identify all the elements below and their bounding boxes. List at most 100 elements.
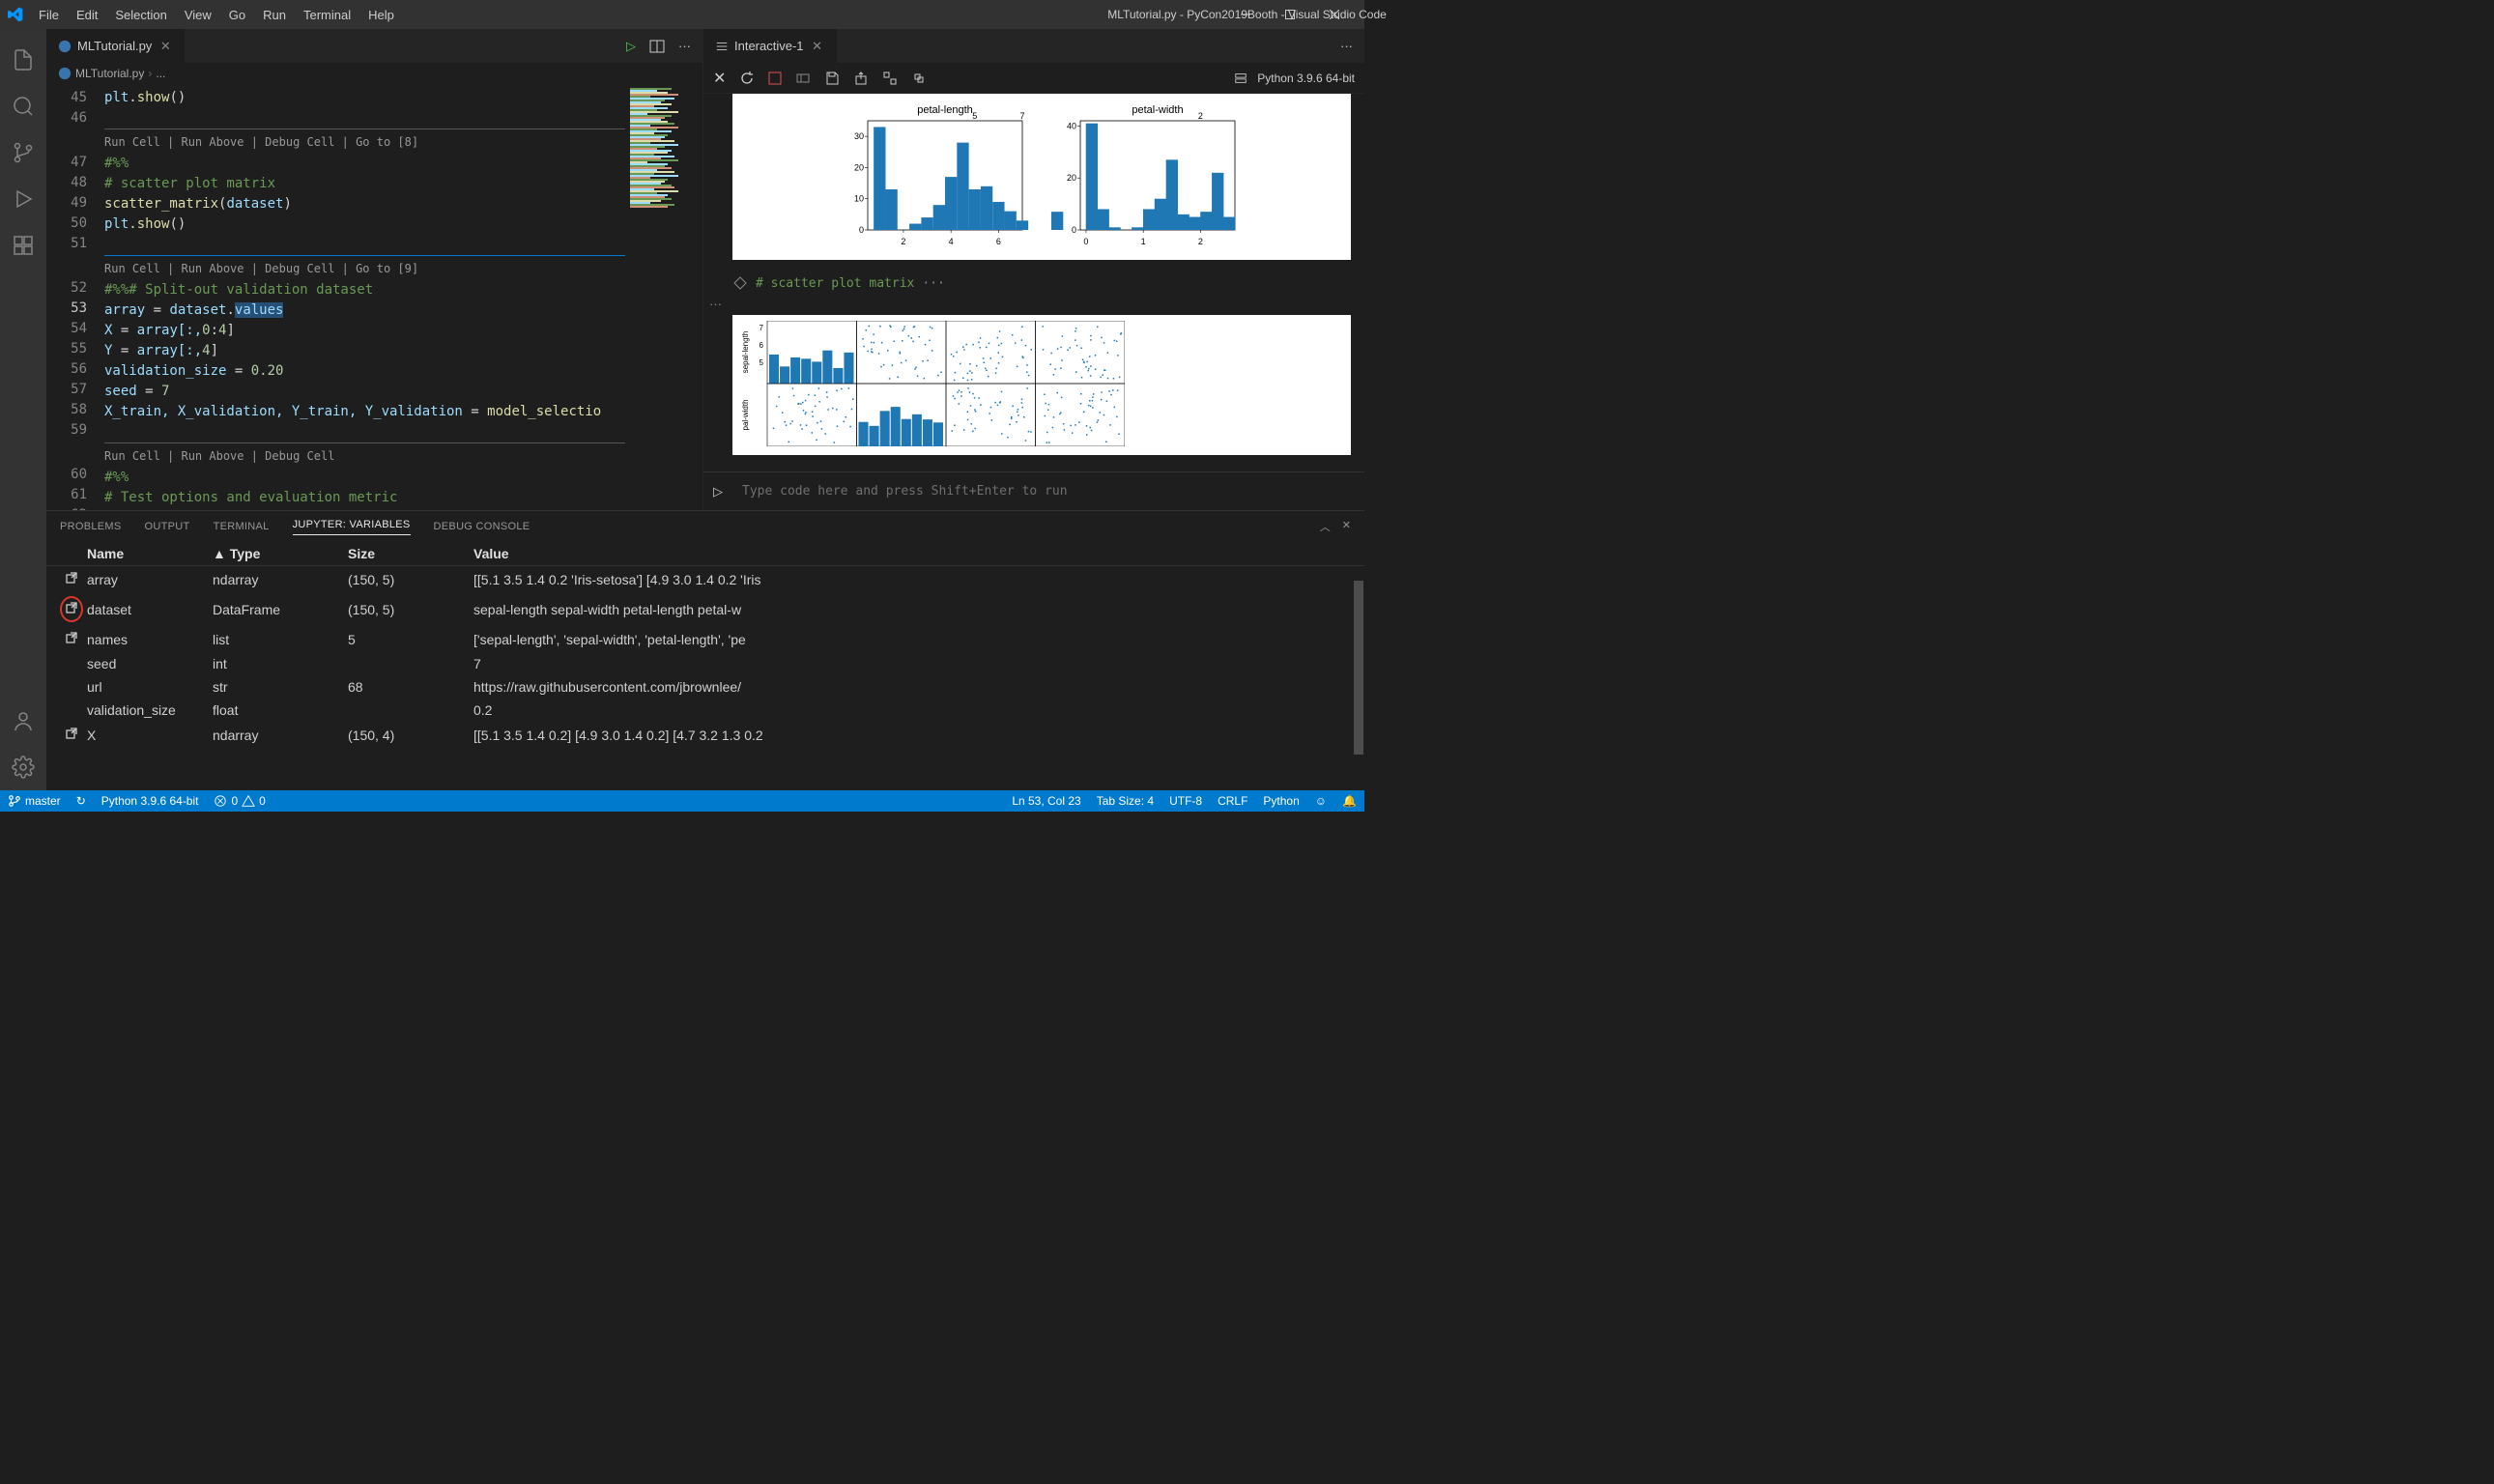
restart-kernel-icon[interactable]	[739, 71, 755, 86]
status-language[interactable]: Python	[1255, 794, 1306, 808]
codelens-2[interactable]: Run Cell | Run Above | Debug Cell | Go t…	[104, 255, 625, 280]
panel-tab-problems[interactable]: PROBLEMS	[60, 521, 122, 532]
collapse-icon[interactable]	[911, 71, 927, 86]
panel-tab-output[interactable]: OUTPUT	[145, 521, 190, 532]
kernel-indicator[interactable]: Python 3.9.6 64-bit	[1257, 71, 1355, 85]
svg-text:10: 10	[854, 194, 864, 204]
activity-extensions[interactable]	[0, 222, 46, 269]
panel-tab-debug-console[interactable]: DEBUG CONSOLE	[434, 521, 530, 532]
svg-text:petal-length: petal-length	[917, 104, 973, 116]
menu-file[interactable]: File	[31, 4, 67, 26]
cell-output-ellipsis[interactable]: ···	[703, 297, 1364, 311]
codelens-1[interactable]: Run Cell | Run Above | Debug Cell | Go t…	[104, 128, 625, 154]
menu-terminal[interactable]: Terminal	[296, 4, 358, 26]
run-input-icon[interactable]: ▷	[713, 484, 723, 499]
panel-tab-jupyter-variables[interactable]: JUPYTER: VARIABLES	[293, 519, 411, 535]
variable-size: (150, 5)	[348, 602, 473, 617]
split-editor-icon[interactable]	[649, 39, 665, 54]
header-type[interactable]: ▲ Type	[213, 546, 348, 561]
code-editor[interactable]: 4546 4748495051 5253545556575859 606162 …	[46, 84, 702, 510]
menu-edit[interactable]: Edit	[69, 4, 105, 26]
interactive-input[interactable]: Type code here and press Shift+Enter to …	[742, 484, 1068, 499]
variable-row[interactable]: arrayndarray(150, 5)[[5.1 3.5 1.4 0.2 'I…	[46, 566, 1364, 592]
show-variable-icon[interactable]	[64, 726, 79, 744]
tab-mltutorial[interactable]: MLTutorial.py ✕	[46, 29, 186, 63]
panel-maximize-icon[interactable]: ︿	[1320, 519, 1331, 534]
svg-text:7: 7	[760, 324, 764, 332]
export-icon[interactable]	[853, 71, 869, 86]
more-actions-icon[interactable]: ···	[678, 39, 691, 53]
show-variable-icon[interactable]	[64, 570, 79, 588]
tab-close-button[interactable]: ✕	[810, 39, 825, 54]
status-branch[interactable]: master	[0, 790, 69, 812]
error-icon	[214, 794, 227, 808]
status-feedback[interactable]: ☺	[1307, 794, 1334, 808]
status-tabsize[interactable]: Tab Size: 4	[1089, 794, 1161, 808]
show-variable-icon[interactable]	[60, 596, 83, 622]
variable-row[interactable]: datasetDataFrame(150, 5)sepal-length sep…	[46, 592, 1364, 626]
status-python[interactable]: Python 3.9.6 64-bit	[94, 790, 207, 812]
tab-label: MLTutorial.py	[77, 39, 152, 53]
more-actions-icon[interactable]: ···	[1340, 39, 1353, 53]
status-cursor[interactable]: Ln 53, Col 23	[1004, 794, 1088, 808]
svg-text:2: 2	[1198, 111, 1203, 121]
menu-help[interactable]: Help	[360, 4, 402, 26]
panel-scrollbar[interactable]	[1354, 581, 1363, 755]
variable-name: url	[87, 679, 213, 695]
variable-size: 5	[348, 632, 473, 647]
show-variable-icon[interactable]	[64, 630, 79, 648]
activity-settings[interactable]	[0, 744, 46, 790]
panel-close-icon[interactable]: ✕	[1342, 519, 1351, 534]
stop-icon[interactable]	[768, 71, 782, 85]
status-eol[interactable]: CRLF	[1210, 794, 1255, 808]
status-encoding[interactable]: UTF-8	[1161, 794, 1210, 808]
interrupt-kernel-icon[interactable]: ✕	[713, 69, 726, 88]
menu-view[interactable]: View	[177, 4, 219, 26]
svg-text:5: 5	[972, 111, 977, 121]
panel-tab-terminal[interactable]: TERMINAL	[214, 521, 270, 532]
menu-run[interactable]: Run	[255, 4, 294, 26]
breadcrumb-more: ...	[156, 67, 165, 80]
svg-text:5: 5	[760, 358, 764, 367]
activity-account[interactable]	[0, 698, 46, 744]
svg-text:4: 4	[949, 237, 954, 246]
variables-header: Name ▲ Type Size Value	[46, 542, 1364, 566]
breadcrumb[interactable]: MLTutorial.py › ...	[46, 63, 702, 84]
variable-value: [[5.1 3.5 1.4 0.2 'Iris-setosa'] [4.9 3.…	[473, 572, 1355, 587]
svg-text:6: 6	[996, 237, 1001, 246]
code-content[interactable]: plt.show() Run Cell | Run Above | Debug …	[104, 84, 625, 510]
goto-code-icon[interactable]	[732, 275, 748, 291]
header-value[interactable]: Value	[473, 546, 1355, 561]
scatter-matrix-output: sepal-lengthpal-width765	[732, 315, 1351, 455]
tab-close-button[interactable]: ✕	[158, 39, 173, 54]
codelens-3[interactable]: Run Cell | Run Above | Debug Cell	[104, 442, 625, 468]
save-icon[interactable]	[824, 71, 840, 86]
status-sync[interactable]: ↻	[69, 790, 94, 812]
activity-search[interactable]	[0, 83, 46, 129]
menu-selection[interactable]: Selection	[107, 4, 174, 26]
tab-interactive[interactable]: Interactive-1 ✕	[703, 29, 838, 63]
variable-row[interactable]: urlstr68https://raw.githubusercontent.co…	[46, 675, 1364, 699]
variable-row[interactable]: nameslist5['sepal-length', 'sepal-width'…	[46, 626, 1364, 652]
activity-run-debug[interactable]	[0, 176, 46, 222]
search-icon	[12, 95, 35, 118]
menu-go[interactable]: Go	[221, 4, 253, 26]
minimap[interactable]	[625, 84, 702, 510]
status-notifications[interactable]: 🔔	[1334, 794, 1364, 808]
status-problems[interactable]: 0 0	[206, 790, 272, 812]
variable-row[interactable]: Xndarray(150, 4)[[5.1 3.5 1.4 0.2] [4.9 …	[46, 722, 1364, 748]
cell-code-text: # scatter plot matrix	[756, 276, 914, 291]
activity-source-control[interactable]	[0, 129, 46, 176]
svg-text:petal-width: petal-width	[1132, 104, 1183, 116]
run-cell-icon[interactable]: ▷	[626, 39, 636, 54]
variables-icon[interactable]	[795, 71, 811, 86]
expand-icon[interactable]	[882, 71, 898, 86]
header-name[interactable]: Name	[87, 546, 213, 561]
activity-explorer[interactable]	[0, 37, 46, 83]
cell-scatter-matrix[interactable]: # scatter plot matrix ···	[703, 270, 1364, 297]
header-size[interactable]: Size	[348, 546, 473, 561]
python-file-icon	[58, 67, 72, 80]
variable-row[interactable]: seedint7	[46, 652, 1364, 675]
interactive-output[interactable]: petal-length5780102030246 petal-width234…	[703, 94, 1364, 471]
variable-row[interactable]: validation_sizefloat0.2	[46, 699, 1364, 722]
